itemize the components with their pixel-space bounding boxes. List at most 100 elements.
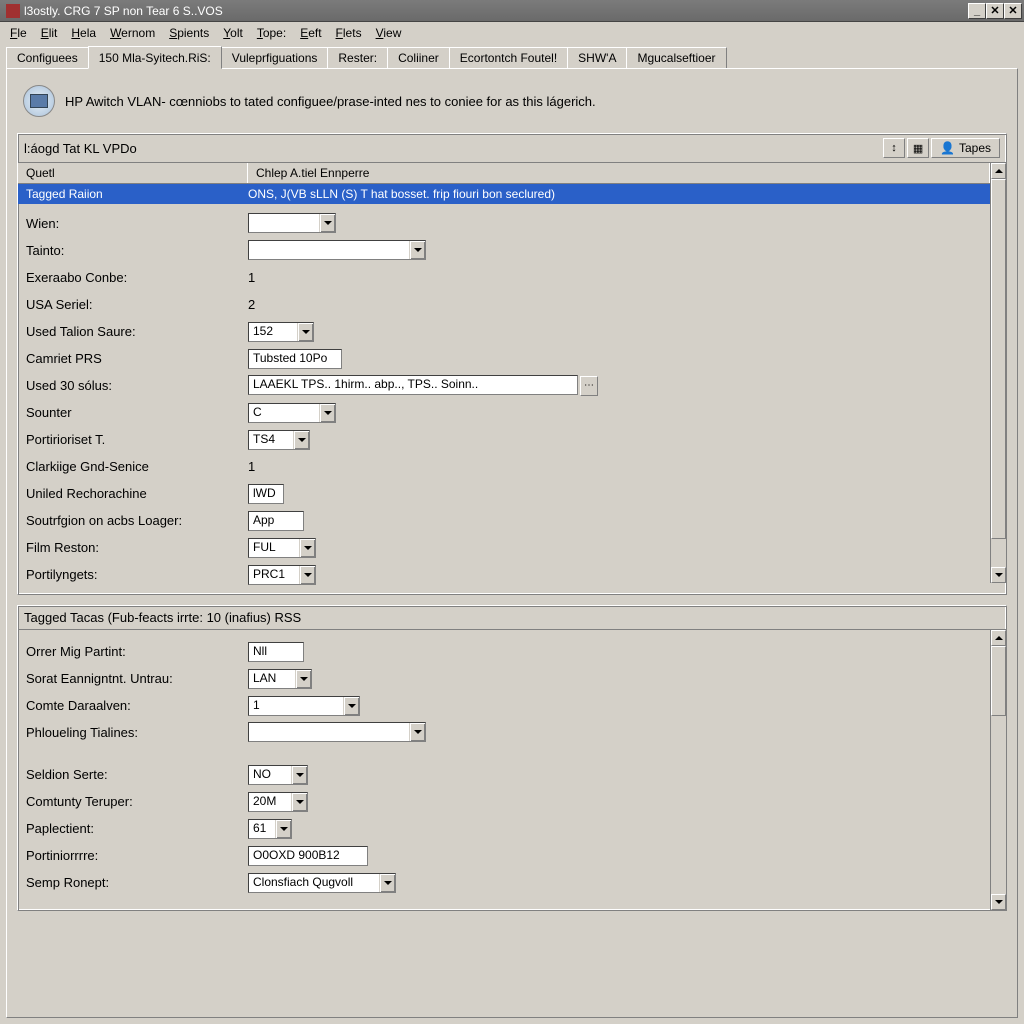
g1-dropdown-0[interactable] [248,213,336,233]
g1-label-5: Camriet PRS [26,351,248,366]
g2-dropdown-9[interactable]: Clonsfiach Qugvoll [248,873,396,893]
scroll-down-2[interactable] [991,894,1006,910]
g1-row-2: Exeraabo Conbe:1 [26,264,982,291]
tab-2[interactable]: Vuleprfiguations [221,47,329,68]
maximize-button[interactable]: ✕ [986,3,1004,19]
g1-dropdown-8[interactable]: TS4 [248,430,310,450]
g1-label-9: Clarkiige Gnd-Senice [26,459,248,474]
g2-dropdown-text-5: NO [249,766,291,784]
g1-dropdown-12[interactable]: FUL [248,538,316,558]
chevron-down-icon[interactable] [275,820,291,838]
menu-item-9[interactable]: View [370,24,408,42]
chevron-down-icon[interactable] [299,539,315,557]
group-tagged-tacas: Tagged Tacas (Fub-feacts irrte: 10 (inaf… [17,605,1007,911]
chevron-down-icon[interactable] [297,323,313,341]
g1-label-4: Used Talion Saure: [26,324,248,339]
chevron-down-icon[interactable] [409,241,425,259]
g2-input-0[interactable]: Nll [248,642,304,662]
menu-item-7[interactable]: Eeft [294,24,327,42]
scrollbar-group2[interactable] [990,630,1006,910]
form-area-1: Wien:Tainto:Exeraabo Conbe:1USA Seriel:2… [18,204,990,594]
chevron-down-icon[interactable] [319,404,335,422]
g1-input-10[interactable]: lWD [248,484,284,504]
tab-5[interactable]: Ecortontch Foutel! [449,47,568,68]
person-icon: 👤 [940,141,955,155]
g2-dropdown-text-2: 1 [249,697,343,715]
chevron-down-icon[interactable] [343,697,359,715]
g2-label-6: Comtunty Teruper: [26,794,248,809]
tapes-label: Tapes [959,141,991,155]
minimize-button[interactable]: _ [968,3,986,19]
app-icon [6,4,20,18]
col-header-1[interactable]: Quetl [18,163,248,183]
g1-input-11[interactable]: App [248,511,304,531]
g1-dropdown-4[interactable]: 152 [248,322,314,342]
chevron-down-icon[interactable] [409,723,425,741]
g2-dropdown-2[interactable]: 1 [248,696,360,716]
chevron-down-icon[interactable] [319,214,335,232]
g2-dropdown-7[interactable]: 61 [248,819,292,839]
g1-browse-6[interactable]: ⋯ [580,376,598,396]
chevron-down-icon[interactable] [299,566,315,584]
sel-c2: ONS, J(VB sLLN (S) T hat bosset. frip fi… [248,187,982,201]
scroll-down-1[interactable] [991,567,1006,583]
chevron-down-icon[interactable] [295,670,311,688]
g1-dropdown-1[interactable] [248,240,426,260]
g1-dropdown-7[interactable]: C [248,403,336,423]
tab-6[interactable]: SHW'A [567,47,627,68]
group1-header: l:áogd Tat KL VPDo ↕ ▦ 👤Tapes [18,134,1006,163]
g2-row-7: Paplectient:61 [26,815,982,842]
menu-item-2[interactable]: Hela [65,24,102,42]
g1-input-5[interactable]: Tubsted 10Po [248,349,342,369]
scroll-thumb-1[interactable] [991,179,1006,539]
g1-row-8: Portirioriset T.TS4 [26,426,982,453]
chevron-down-icon[interactable] [291,766,307,784]
tab-0[interactable]: Configuees [6,47,89,68]
g1-row-5: Camriet PRSTubsted 10Po [26,345,982,372]
sel-c1: Tagged Raiion [26,187,248,201]
scroll-up-2[interactable] [991,630,1006,646]
toolbar-btn-2[interactable]: ▦ [907,138,929,158]
g2-row-4 [26,746,982,761]
col-header-2[interactable]: Chlep A.tiel Ennperre [248,163,990,183]
g1-input-6[interactable]: LAAEKL TPS.. 1hirm.. abp.., TPS.. Soinn.… [248,375,578,395]
tab-1[interactable]: 150 Mla-Syitech.RiS: [88,46,222,69]
g1-row-9: Clarkiige Gnd-Senice1 [26,453,982,480]
tapes-button[interactable]: 👤 Tapes [931,138,1000,158]
titlebar: l3ostly. CRG 7 SP non Tear 6 S..VOS _ ✕ … [0,0,1024,22]
group-tagged-vpdo: l:áogd Tat KL VPDo ↕ ▦ 👤Tapes Quetl Chle… [17,133,1007,595]
menu-item-0[interactable]: Fle [4,24,33,42]
g2-row-8: Portiniorrrre:O0OXD 900B12 [26,842,982,869]
menu-item-4[interactable]: Spients [163,24,215,42]
g1-value-2: 1 [248,270,255,285]
g2-label-5: Seldion Serte: [26,767,248,782]
chevron-down-icon[interactable] [293,431,309,449]
menu-item-3[interactable]: Wernom [104,24,161,42]
tab-3[interactable]: Rester: [327,47,388,68]
tab-4[interactable]: Coliiner [387,47,450,68]
scroll-up-1[interactable] [991,163,1006,179]
g1-row-6: Used 30 sólus:LAAEKL TPS.. 1hirm.. abp..… [26,372,982,399]
toolbar-btn-1[interactable]: ↕ [883,138,905,158]
scroll-thumb-2[interactable] [991,646,1006,716]
g1-dropdown-13[interactable]: PRC1 [248,565,316,585]
g2-label-9: Semp Ronept: [26,875,248,890]
g1-label-11: Soutrfgion on acbs Loager: [26,513,248,528]
menu-item-6[interactable]: Tope: [251,24,292,42]
chevron-down-icon[interactable] [379,874,395,892]
g1-label-8: Portirioriset T. [26,432,248,447]
menu-item-1[interactable]: Elit [35,24,64,42]
g2-dropdown-3[interactable] [248,722,426,742]
g2-dropdown-5[interactable]: NO [248,765,308,785]
g2-dropdown-1[interactable]: LAN [248,669,312,689]
tab-7[interactable]: Mgucalseftioer [626,47,726,68]
g2-input-8[interactable]: O0OXD 900B12 [248,846,368,866]
scrollbar-group1[interactable] [990,163,1006,583]
close-button[interactable]: ✕ [1004,3,1022,19]
g2-dropdown-6[interactable]: 20M [248,792,308,812]
menu-item-8[interactable]: Flets [330,24,368,42]
chevron-down-icon[interactable] [291,793,307,811]
selected-row[interactable]: Tagged Raiion ONS, J(VB sLLN (S) T hat b… [18,184,990,204]
menu-item-5[interactable]: Yolt [217,24,249,42]
g1-row-11: Soutrfgion on acbs Loager:App [26,507,982,534]
